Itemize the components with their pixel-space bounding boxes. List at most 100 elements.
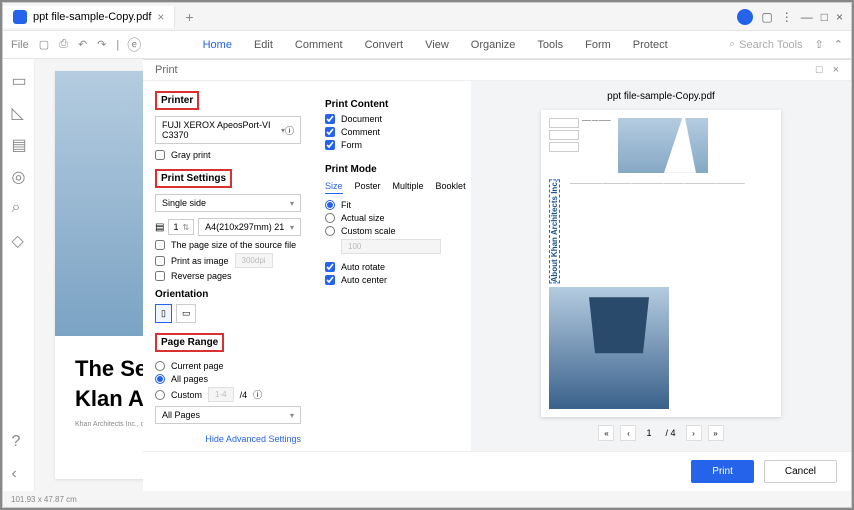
page-size-source-checkbox[interactable]: The page size of the source file: [155, 240, 301, 250]
printer-info-icon[interactable]: ⓘ: [285, 124, 294, 137]
print-icon[interactable]: ⎙: [59, 38, 68, 51]
sides-dropdown[interactable]: Single side ▾: [155, 194, 301, 212]
copies-value: 1: [173, 222, 178, 232]
all-pages-radio[interactable]: All pages: [155, 374, 301, 384]
all-pages-input[interactable]: [155, 374, 165, 384]
form-input[interactable]: [325, 140, 335, 150]
save-icon[interactable]: ▢: [39, 38, 49, 51]
menu-comment[interactable]: Comment: [295, 39, 343, 51]
menu-convert[interactable]: Convert: [365, 39, 404, 51]
actual-size-radio[interactable]: Actual size: [325, 213, 459, 223]
page-first-button[interactable]: «: [598, 425, 614, 441]
custom-scale-radio[interactable]: Custom scale: [325, 226, 459, 236]
preview-page: ▬▬▬ ▬▬ ▬▬▬▬ About Khan Architects Inc. ▬…: [541, 110, 781, 417]
stamp-box: [549, 130, 579, 140]
page-size-source-input[interactable]: [155, 240, 165, 250]
reverse-pages-input[interactable]: [155, 271, 165, 281]
collapse-icon[interactable]: ‹: [12, 465, 26, 479]
menu-organize[interactable]: Organize: [471, 39, 516, 51]
paper-size-dropdown[interactable]: A4(210x297mm) 21 ▾: [198, 218, 301, 236]
current-page-input[interactable]: [155, 361, 165, 371]
tab-size[interactable]: Size: [325, 181, 343, 194]
custom-range-radio[interactable]: Custom 1-4 /4 ⓘ: [155, 387, 301, 402]
page-total: / 4: [666, 428, 676, 438]
page-icon[interactable]: ▭: [12, 71, 26, 85]
page-last-button[interactable]: »: [708, 425, 724, 441]
preview-body-text: ▬▬▬▬▬▬▬▬▬▬▬▬▬▬▬▬ ▬▬▬▬▬▬▬▬▬▬▬▬▬▬ ▬▬▬▬▬▬▬▬…: [566, 179, 773, 283]
file-menu[interactable]: File: [11, 39, 29, 51]
close-icon[interactable]: ×: [157, 10, 164, 24]
copies-spinner[interactable]: 1 ⇅: [168, 219, 194, 235]
expand-icon[interactable]: ⌃: [834, 38, 843, 51]
minimize-button[interactable]: —: [801, 10, 813, 24]
all-pages-filter-dropdown[interactable]: All Pages ▾: [155, 406, 301, 424]
chat-icon[interactable]: ▢: [761, 10, 772, 24]
statusbar: 101.93 x 47.87 cm: [3, 491, 851, 507]
layers-icon[interactable]: ▤: [12, 135, 26, 149]
dialog-close-icon[interactable]: ×: [833, 64, 839, 76]
preview-small-text: ▬▬▬ ▬▬ ▬▬▬▬: [582, 118, 612, 173]
print-mode-tabs: Size Poster Multiple Booklet: [325, 181, 459, 194]
fit-input[interactable]: [325, 200, 335, 210]
menu-form[interactable]: Form: [585, 39, 611, 51]
page-next-button[interactable]: ›: [686, 425, 702, 441]
orientation-portrait-button[interactable]: ▯: [155, 304, 172, 323]
current-page-radio[interactable]: Current page: [155, 361, 301, 371]
form-checkbox[interactable]: Form: [325, 140, 459, 150]
auto-rotate-checkbox[interactable]: Auto rotate: [325, 262, 459, 272]
redo-icon[interactable]: ↷: [97, 38, 106, 51]
menu-tools[interactable]: Tools: [537, 39, 563, 51]
fit-radio[interactable]: Fit: [325, 200, 459, 210]
coordinates: 101.93 x 47.87 cm: [11, 495, 77, 504]
print-as-image-checkbox[interactable]: Print as image 300dpi: [155, 253, 301, 268]
print-settings-column: Printer FUJI XEROX ApeosPort-VI C3370 ▾ …: [143, 81, 313, 451]
menu-view[interactable]: View: [425, 39, 449, 51]
help-icon[interactable]: ?: [12, 433, 26, 447]
menu-protect[interactable]: Protect: [633, 39, 668, 51]
custom-range-input[interactable]: [155, 390, 165, 400]
hide-advanced-link[interactable]: Hide Advanced Settings: [155, 434, 301, 444]
actual-size-input[interactable]: [325, 213, 335, 223]
auto-rotate-input[interactable]: [325, 262, 335, 272]
page-prev-button[interactable]: ‹: [620, 425, 636, 441]
menu-home[interactable]: Home: [203, 39, 232, 51]
auto-center-input[interactable]: [325, 275, 335, 285]
more-icon[interactable]: ⋮: [781, 10, 793, 24]
tab-poster[interactable]: Poster: [355, 181, 381, 194]
comment-input[interactable]: [325, 127, 335, 137]
user-avatar[interactable]: [737, 9, 753, 25]
menu-edit[interactable]: Edit: [254, 39, 273, 51]
document-checkbox[interactable]: Document: [325, 114, 459, 124]
maximize-button[interactable]: □: [821, 10, 828, 24]
attachment-icon[interactable]: ◎: [12, 167, 26, 181]
gray-print-checkbox[interactable]: Gray print: [155, 150, 301, 160]
share-icon[interactable]: ⇧: [815, 38, 824, 51]
add-tab-button[interactable]: +: [175, 9, 203, 25]
notes-icon[interactable]: ◇: [12, 231, 26, 245]
reverse-pages-checkbox[interactable]: Reverse pages: [155, 271, 301, 281]
tab-booklet[interactable]: Booklet: [436, 181, 466, 194]
gray-print-input[interactable]: [155, 150, 165, 160]
page-current: 1: [646, 428, 651, 438]
tab-multiple[interactable]: Multiple: [393, 181, 424, 194]
print-button[interactable]: Print: [691, 460, 754, 483]
dialog-maximize-icon[interactable]: □: [816, 64, 823, 76]
document-tab[interactable]: ppt file-sample-Copy.pdf ×: [3, 6, 175, 28]
document-input[interactable]: [325, 114, 335, 124]
tab-label: ppt file-sample-Copy.pdf: [33, 11, 151, 23]
left-sidebar: ▭ ◺ ▤ ◎ ⌕ ◇ ? ‹: [3, 59, 35, 491]
undo-icon[interactable]: ↶: [78, 38, 87, 51]
bookmark-icon[interactable]: ◺: [12, 103, 26, 117]
cancel-button[interactable]: Cancel: [764, 460, 837, 483]
spinner-up-down-icon[interactable]: ⇅: [182, 223, 189, 232]
search-tools[interactable]: ⌕ Search Tools: [729, 38, 803, 51]
search-panel-icon[interactable]: ⌕: [12, 199, 26, 213]
orientation-landscape-button[interactable]: ▭: [176, 304, 197, 323]
print-as-image-input[interactable]: [155, 256, 165, 266]
auto-center-checkbox[interactable]: Auto center: [325, 275, 459, 285]
close-button[interactable]: ×: [836, 10, 843, 24]
custom-scale-input[interactable]: [325, 226, 335, 236]
printer-dropdown[interactable]: FUJI XEROX ApeosPort-VI C3370 ▾ ⓘ: [155, 116, 301, 144]
info-icon[interactable]: ⓘ: [253, 388, 262, 401]
comment-checkbox[interactable]: Comment: [325, 127, 459, 137]
